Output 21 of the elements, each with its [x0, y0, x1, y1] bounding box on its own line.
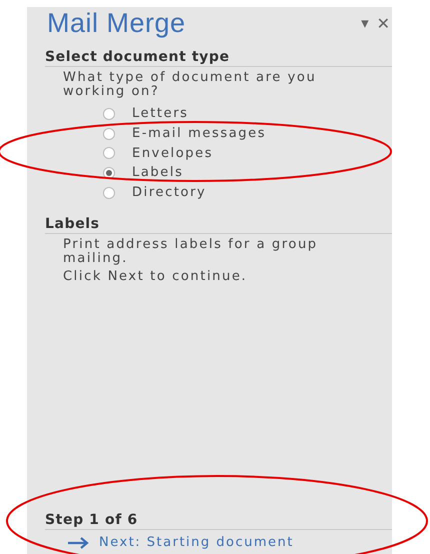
radio-button[interactable]	[103, 166, 115, 179]
radio-button[interactable]	[103, 186, 115, 199]
description-text: Click Next to continue.	[62, 270, 248, 284]
arrow-icon[interactable]	[67, 536, 89, 548]
section-heading: Select document type	[45, 49, 392, 67]
question-text: What type of document are you working on?	[62, 71, 318, 99]
pane-title: Mail Merge	[47, 8, 186, 38]
radio-label[interactable]: E-mail messages	[132, 126, 266, 142]
radio-label[interactable]: Labels	[132, 165, 184, 180]
radio-label[interactable]: Envelopes	[132, 146, 214, 161]
close-icon[interactable]: ✕	[376, 14, 390, 32]
next-link[interactable]: Next: Starting document	[99, 535, 294, 550]
radio-label[interactable]: Directory	[132, 185, 206, 200]
pane-menu-icon[interactable]: ▾	[361, 14, 369, 32]
step-heading: Step 1 of 6	[45, 512, 392, 530]
radio-button[interactable]	[103, 128, 115, 140]
radio-button[interactable]	[103, 147, 115, 160]
radio-label[interactable]: Letters	[132, 106, 189, 122]
description-text: Print address labels for a group mailing.	[62, 238, 319, 266]
radio-button[interactable]	[103, 108, 115, 120]
section-heading: Labels	[45, 216, 392, 234]
